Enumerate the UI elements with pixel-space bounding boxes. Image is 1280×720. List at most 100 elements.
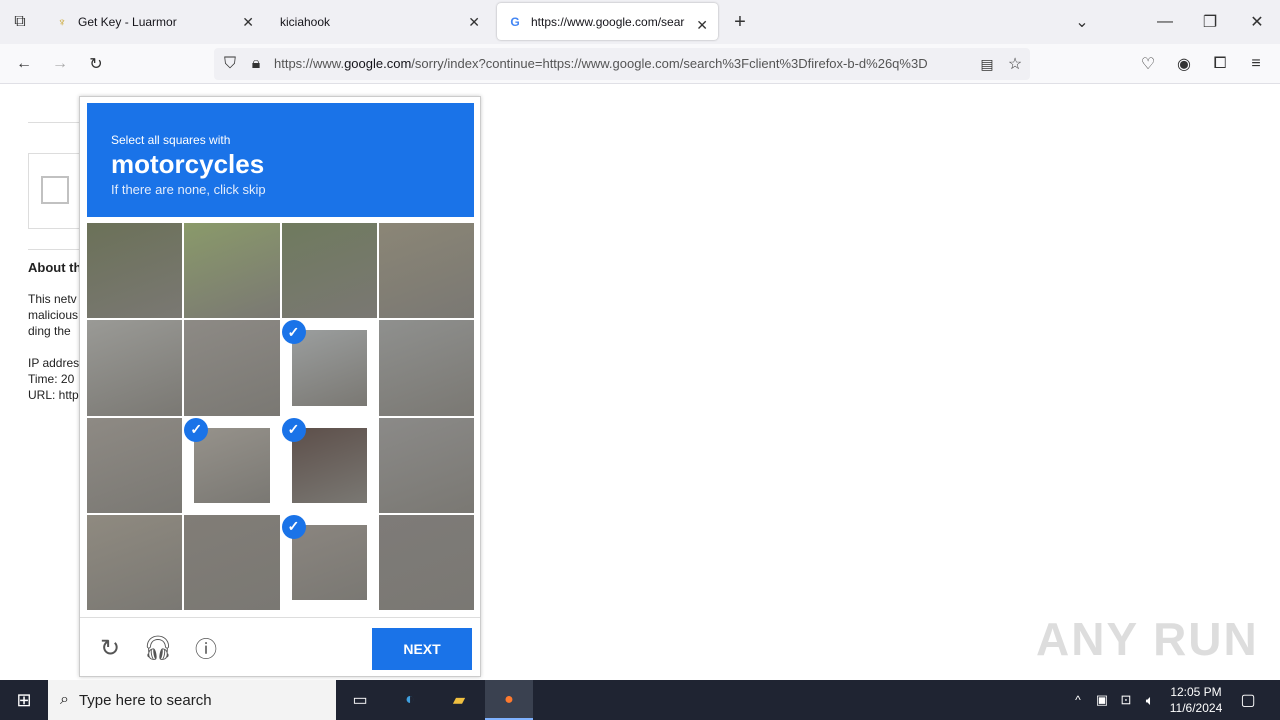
hint-text: If there are none, click skip	[111, 182, 266, 197]
tab-title: kiciahook	[280, 15, 331, 29]
image-grid: ✓ ✓ ✓ ✓	[87, 223, 474, 610]
image-tile[interactable]	[378, 320, 474, 416]
audio-challenge-icon[interactable]: 🎧︎	[143, 633, 173, 663]
image-tile[interactable]: ✓	[281, 417, 377, 513]
image-tile[interactable]	[87, 320, 183, 416]
tile-image	[184, 320, 280, 416]
account-icon[interactable]: ◉	[1172, 52, 1196, 76]
tile-image	[378, 417, 474, 513]
tile-image	[184, 223, 280, 319]
body-line: Time: 20	[28, 372, 75, 386]
network-icon[interactable]: ⊡	[1114, 688, 1138, 712]
extensions-icon[interactable]: ⧠	[1208, 52, 1232, 76]
checkmark-icon: ✓	[281, 320, 306, 345]
show-hidden-icons[interactable]: ^	[1066, 688, 1090, 712]
tab-title: Get Key - Luarmor	[78, 15, 177, 29]
tile-image	[87, 417, 183, 513]
notifications-icon[interactable]: ▢	[1236, 688, 1260, 712]
reader-view-icon[interactable]: ▤	[975, 52, 999, 76]
tile-image	[184, 514, 280, 610]
minimize-icon[interactable]: —	[1153, 10, 1177, 34]
body-line: IP addres	[28, 356, 80, 370]
system-clock[interactable]: 12:05 PM 11/6/2024	[1166, 684, 1226, 716]
close-icon[interactable]: ✕	[242, 14, 254, 31]
tab-title: https://www.google.com/sear	[531, 14, 685, 29]
image-tile[interactable]	[87, 223, 183, 319]
instruction-text: Select all squares with	[111, 133, 231, 147]
tile-image	[291, 524, 367, 600]
task-view-icon[interactable]: ▭	[348, 688, 372, 712]
info-icon[interactable]: ⓘ	[191, 633, 221, 663]
back-icon[interactable]: ←	[12, 52, 36, 76]
url-path: /sorry/index?continue=https://www.google…	[411, 56, 928, 71]
about-heading: About th	[28, 260, 82, 275]
forward-icon[interactable]: →	[48, 52, 72, 76]
checkmark-icon: ✓	[281, 514, 306, 539]
list-tabs-icon[interactable]: ⌄	[1070, 10, 1094, 34]
shield-icon[interactable]: ⛉	[218, 52, 242, 76]
url-domain: google.com	[344, 56, 412, 71]
checkmark-icon: ✓	[281, 417, 306, 442]
tab-kiciahook[interactable]: kiciahook ✕	[280, 0, 490, 44]
captcha-challenge: Select all squares with motorcycles If t…	[79, 96, 481, 677]
restore-icon[interactable]: ❐	[1198, 10, 1222, 34]
body-line: URL: http	[28, 388, 79, 402]
image-tile[interactable]: ✓	[281, 320, 377, 415]
firefox-icon: ●	[504, 691, 514, 708]
lock-icon[interactable]: 🔒︎	[244, 52, 268, 76]
image-tile[interactable]	[184, 320, 280, 416]
new-tab-button[interactable]: +	[728, 10, 752, 34]
pocket-icon[interactable]: ♡	[1136, 52, 1160, 76]
close-icon[interactable]: ✕	[468, 14, 480, 31]
tab-google[interactable]: G https://www.google.com/sear ✕	[497, 3, 718, 40]
clock-date: 11/6/2024	[1169, 701, 1223, 715]
checkmark-icon: ✓	[184, 417, 209, 442]
bookmark-star-icon[interactable]: ☆	[1003, 52, 1027, 76]
firefox-view-icon[interactable]: ⧉	[8, 10, 32, 34]
search-placeholder: Type here to search	[78, 691, 212, 709]
tile-image	[281, 223, 377, 319]
target-object: motorcycles	[111, 149, 265, 179]
google-icon: G	[510, 14, 520, 29]
url-bar[interactable]: ⛉ 🔒︎ https://www.google.com/sorry/index?…	[214, 48, 1030, 80]
tile-image	[194, 427, 270, 503]
image-tile[interactable]	[87, 417, 183, 513]
reload-icon[interactable]: ↻	[84, 52, 108, 76]
image-tile[interactable]	[184, 514, 280, 610]
next-button[interactable]: NEXT	[372, 628, 472, 670]
image-tile[interactable]	[87, 514, 183, 610]
menu-icon[interactable]: ≡	[1244, 52, 1268, 76]
image-tile[interactable]: ✓	[281, 514, 377, 610]
search-icon: ⌕	[60, 691, 69, 708]
reload-challenge-icon[interactable]: ↻	[95, 633, 125, 663]
luarmor-icon: ♆	[57, 15, 67, 29]
tile-image	[291, 427, 367, 503]
close-icon[interactable]: ✕	[696, 17, 708, 34]
taskbar-search[interactable]: ⌕ Type here to search	[48, 680, 336, 720]
device-icon[interactable]: ▣	[1090, 688, 1114, 712]
image-tile[interactable]: ✓	[184, 417, 279, 513]
body-line: This netv	[28, 292, 77, 306]
navigation-bar: ← → ↻ ⛉ 🔒︎ https://www.google.com/sorry/…	[0, 44, 1280, 84]
tile-image	[291, 330, 367, 406]
tile-image	[87, 320, 183, 416]
tab-luarmor[interactable]: ♆ Get Key - Luarmor ✕	[54, 0, 264, 44]
image-tile[interactable]	[378, 417, 474, 513]
captcha-footer: ↻ 🎧︎ ⓘ NEXT	[80, 617, 480, 677]
edge-icon[interactable]: ◐	[398, 688, 422, 712]
window-close-icon[interactable]: ✕	[1245, 10, 1269, 34]
image-tile[interactable]	[281, 223, 377, 319]
image-tile[interactable]	[184, 223, 280, 319]
url-text[interactable]: https://www.google.com/sorry/index?conti…	[274, 56, 970, 71]
image-tile[interactable]	[378, 514, 474, 610]
firefox-taskbar-button[interactable]: ●	[485, 680, 533, 720]
volume-icon[interactable]: 🔈︎	[1138, 688, 1162, 712]
file-explorer-icon[interactable]: ▰	[447, 688, 471, 712]
recaptcha-checkbox[interactable]	[41, 176, 69, 204]
tile-image	[87, 223, 183, 319]
tile-image	[378, 514, 474, 610]
tab-bar: ⧉ ♆ Get Key - Luarmor ✕ kiciahook ✕ G ht…	[0, 0, 1280, 44]
windows-start-icon[interactable]: ⊞	[12, 688, 36, 712]
body-line: ding the	[28, 324, 71, 338]
image-tile[interactable]	[378, 223, 474, 319]
